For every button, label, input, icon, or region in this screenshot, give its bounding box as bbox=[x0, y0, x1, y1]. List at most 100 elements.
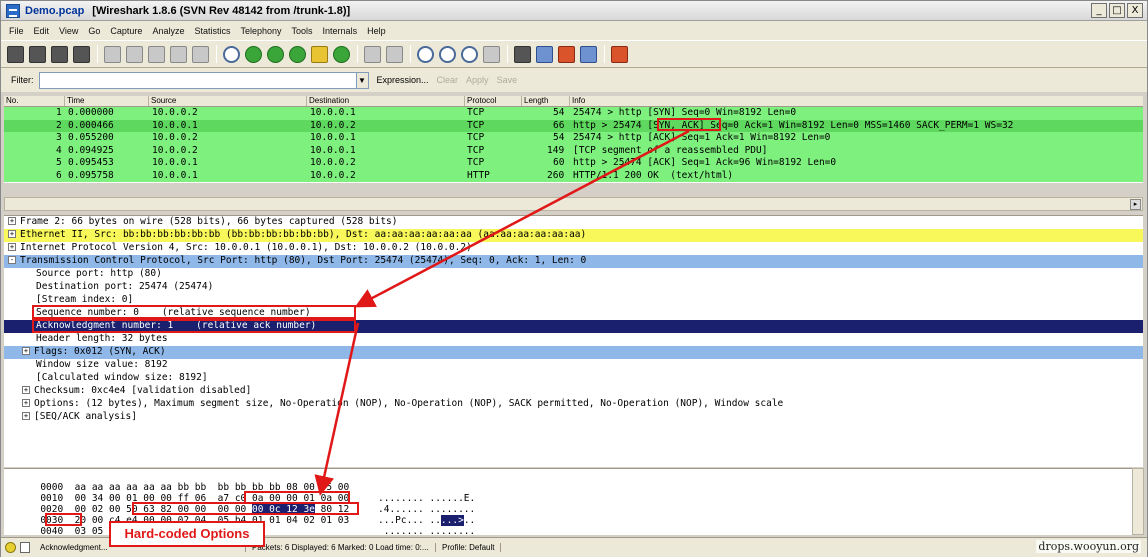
go-forward-icon[interactable] bbox=[267, 45, 284, 63]
menu-help[interactable]: Help bbox=[367, 26, 386, 36]
menu-statistics[interactable]: Statistics bbox=[194, 26, 230, 36]
capture-comment-icon[interactable] bbox=[20, 542, 30, 553]
bytes-pane-scrollbar[interactable] bbox=[1132, 468, 1144, 535]
packet-row-selected[interactable]: 2 0.000466 10.0.0.1 10.0.0.2 TCP 66 http… bbox=[4, 119, 1143, 132]
filter-dropdown-icon[interactable]: ▼ bbox=[356, 71, 369, 89]
clear-button[interactable]: Clear bbox=[437, 75, 459, 85]
column-header-time[interactable]: Time bbox=[64, 96, 84, 106]
tree-item-tcp[interactable]: - Transmission Control Protocol, Src Port… bbox=[4, 255, 1143, 268]
tree-item-ipv4[interactable]: + Internet Protocol Version 4, Src: 10.0.… bbox=[4, 242, 1143, 255]
menu-view[interactable]: View bbox=[59, 26, 78, 36]
tree-item-header-length[interactable]: Header length: 32 bytes bbox=[4, 333, 1143, 346]
wireshark-app-icon bbox=[6, 3, 20, 18]
tree-item-ack-number-selected[interactable]: Acknowledgment number: 1 (relative ack n… bbox=[4, 320, 1143, 333]
tree-item-source-port[interactable]: Source port: http (80) bbox=[4, 268, 1143, 281]
menu-edit[interactable]: Edit bbox=[34, 26, 50, 36]
tree-item-checksum[interactable]: + Checksum: 0xc4e4 [validation disabled] bbox=[4, 385, 1143, 398]
expand-icon[interactable]: + bbox=[8, 243, 16, 251]
reload-icon[interactable] bbox=[170, 45, 187, 63]
tree-item-destination-port[interactable]: Destination port: 25474 (25474) bbox=[4, 281, 1143, 294]
expression-button[interactable]: Expression... bbox=[377, 75, 429, 85]
save-file-icon[interactable] bbox=[126, 45, 143, 63]
save-filter-button[interactable]: Save bbox=[497, 75, 518, 85]
open-file-icon[interactable] bbox=[104, 45, 121, 63]
column-header-protocol[interactable]: Protocol bbox=[464, 96, 496, 106]
column-header-no[interactable]: No. bbox=[4, 96, 18, 106]
menu-file[interactable]: File bbox=[9, 26, 24, 36]
packet-row[interactable]: 6 0.095758 10.0.0.1 10.0.0.2 HTTP 260 HT… bbox=[4, 169, 1143, 182]
menu-go[interactable]: Go bbox=[88, 26, 100, 36]
column-header-length[interactable]: Length bbox=[521, 96, 548, 106]
hex-ascii-text: .. bbox=[463, 515, 476, 526]
column-header-source[interactable]: Source bbox=[148, 96, 176, 106]
colorize-icon[interactable] bbox=[364, 45, 381, 63]
hex-row[interactable]: 0010 00 34 00 01 00 00 ff 06 a7 c0 0a 00… bbox=[6, 482, 475, 515]
filter-input[interactable] bbox=[38, 71, 357, 89]
packet-list-scrollbar[interactable]: ▸ bbox=[4, 197, 1143, 211]
preferences-icon[interactable] bbox=[580, 45, 597, 63]
help-icon[interactable] bbox=[611, 45, 628, 63]
tree-item-stream-index[interactable]: [Stream index: 0] bbox=[4, 294, 1143, 307]
hex-row[interactable]: 0020 00 02 00 50 63 82 00 00 00 00 00 0c… bbox=[6, 493, 475, 526]
menu-internals[interactable]: Internals bbox=[323, 26, 358, 36]
maximize-button[interactable]: □ bbox=[1109, 3, 1125, 18]
hex-row[interactable]: 0030 20 00 c4 e4 00 00 02 04 05 b4 01 01… bbox=[6, 504, 475, 537]
scroll-right-icon[interactable]: ▸ bbox=[1130, 199, 1141, 210]
collapse-icon[interactable]: - bbox=[8, 256, 16, 264]
expand-icon[interactable]: + bbox=[8, 230, 16, 238]
packet-row[interactable]: 4 0.094925 10.0.0.2 10.0.0.1 TCP 149 [TC… bbox=[4, 144, 1143, 157]
expert-info-icon[interactable] bbox=[5, 542, 16, 553]
go-back-icon[interactable] bbox=[245, 45, 262, 63]
expand-icon[interactable]: + bbox=[8, 217, 16, 225]
go-to-packet-icon[interactable] bbox=[289, 45, 306, 63]
packet-row[interactable]: 1 0.000000 10.0.0.2 10.0.0.1 TCP 54 2547… bbox=[4, 107, 1143, 120]
zoom-normal-icon[interactable] bbox=[461, 45, 478, 63]
expand-icon[interactable]: + bbox=[22, 412, 30, 420]
zoom-out-icon[interactable] bbox=[439, 45, 456, 63]
tree-item-flags[interactable]: + Flags: 0x012 (SYN, ACK) bbox=[4, 346, 1143, 359]
display-filters-icon[interactable] bbox=[536, 45, 553, 63]
tree-item-seq-ack-analysis[interactable]: + [SEQ/ACK analysis] bbox=[4, 411, 1143, 424]
expand-icon[interactable]: + bbox=[22, 386, 30, 394]
print-icon[interactable] bbox=[192, 45, 209, 63]
close-file-icon[interactable] bbox=[148, 45, 165, 63]
menu-capture[interactable]: Capture bbox=[110, 26, 142, 36]
packet-row[interactable]: 3 0.055200 10.0.0.2 10.0.0.1 TCP 54 2547… bbox=[4, 132, 1143, 145]
find-packet-icon[interactable] bbox=[223, 45, 240, 63]
packet-time: 0.095758 bbox=[68, 169, 114, 181]
go-last-icon[interactable] bbox=[333, 45, 350, 63]
column-header-destination[interactable]: Destination bbox=[306, 96, 349, 106]
hex-row[interactable]: 0040 03 05 .. bbox=[6, 515, 389, 548]
capture-filters-icon[interactable] bbox=[514, 45, 531, 63]
expand-icon[interactable]: + bbox=[22, 347, 30, 355]
auto-scroll-icon[interactable] bbox=[386, 45, 403, 63]
column-header-info[interactable]: Info bbox=[569, 96, 585, 106]
expand-icon[interactable]: + bbox=[22, 399, 30, 407]
status-profile[interactable]: Profile: Default bbox=[436, 543, 502, 552]
tree-item-frame[interactable]: + Frame 2: 66 bytes on wire (528 bits), 6… bbox=[4, 216, 1143, 229]
resize-columns-icon[interactable] bbox=[483, 45, 500, 63]
tree-item-text: Window size value: 8192 bbox=[36, 359, 168, 370]
zoom-in-icon[interactable] bbox=[417, 45, 434, 63]
start-capture-icon[interactable] bbox=[51, 45, 68, 63]
tree-item-options[interactable]: + Options: (12 bytes), Maximum segment si… bbox=[4, 398, 1143, 411]
apply-button[interactable]: Apply bbox=[466, 75, 489, 85]
menu-telephony[interactable]: Telephony bbox=[240, 26, 281, 36]
hex-row[interactable]: 0000 aa aa aa aa aa aa bb bb bb bb bb bb… bbox=[6, 471, 475, 504]
menu-analyze[interactable]: Analyze bbox=[152, 26, 184, 36]
toolbar-separator bbox=[216, 45, 217, 63]
tree-item-sequence-number[interactable]: Sequence number: 0 (relative sequence nu… bbox=[4, 307, 1143, 320]
capture-options-icon[interactable] bbox=[29, 45, 46, 63]
menu-tools[interactable]: Tools bbox=[292, 26, 313, 36]
tree-item-ethernet[interactable]: + Ethernet II, Src: bb:bb:bb:bb:bb:bb (bb… bbox=[4, 229, 1143, 242]
packet-protocol: TCP bbox=[467, 119, 485, 131]
close-button[interactable]: X bbox=[1127, 3, 1143, 18]
minimize-button[interactable]: _ bbox=[1091, 3, 1107, 18]
tree-item-window-size[interactable]: Window size value: 8192 bbox=[4, 359, 1143, 372]
tree-item-calculated-window[interactable]: [Calculated window size: 8192] bbox=[4, 372, 1143, 385]
stop-capture-icon[interactable] bbox=[73, 45, 90, 63]
interfaces-icon[interactable] bbox=[7, 45, 24, 63]
packet-row[interactable]: 5 0.095453 10.0.0.1 10.0.0.2 TCP 60 http… bbox=[4, 157, 1143, 170]
coloring-rules-icon[interactable] bbox=[558, 45, 575, 63]
go-first-icon[interactable] bbox=[311, 45, 328, 63]
